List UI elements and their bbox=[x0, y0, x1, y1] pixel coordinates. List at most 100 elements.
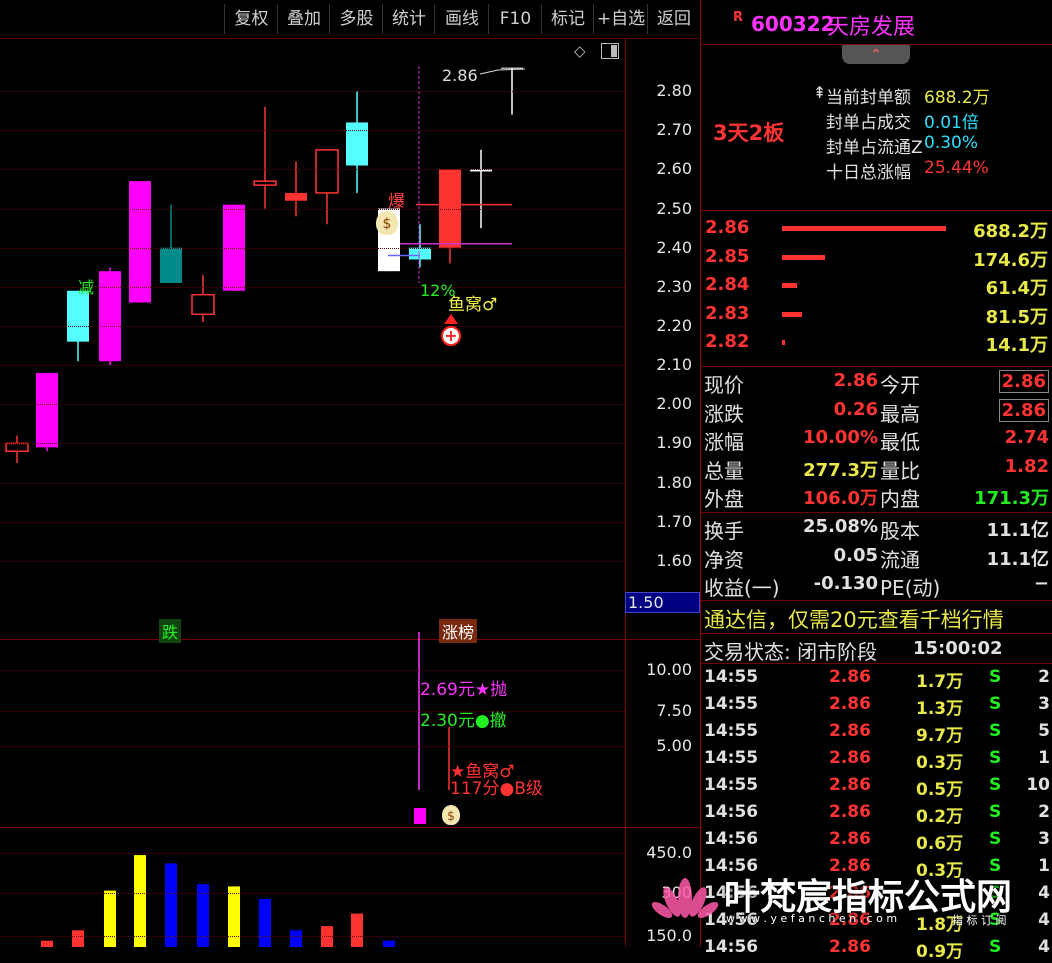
board-label: 3天2板 bbox=[713, 121, 785, 145]
promo-link[interactable]: 通达信，仅需20元查看千档行情 bbox=[704, 604, 1004, 634]
volume-tick: 150.0 bbox=[646, 926, 692, 945]
tick-row[interactable]: 14:56 2.86 0.6万 S 3 bbox=[704, 829, 1050, 855]
tick-time: 14:55 bbox=[704, 694, 759, 714]
chart-toolbar: 复权 叠加 多股 统计 画线 F10 标记 +自选 返回 bbox=[0, 0, 700, 39]
candle-1 bbox=[36, 372, 58, 452]
price-tick: 1.60 bbox=[656, 550, 692, 570]
orderbook-row[interactable]: 2.83 81.5万 bbox=[704, 303, 1050, 329]
price-gridline bbox=[0, 326, 625, 327]
orderbook-bar bbox=[782, 311, 802, 317]
orderbook-row[interactable]: 2.85 174.6万 bbox=[704, 246, 1050, 272]
fund-row: 收益(一) -0.130 PE(动) − bbox=[704, 572, 1050, 600]
die-tag: 跌 bbox=[159, 619, 182, 643]
bao-label: 爆 bbox=[388, 192, 405, 212]
volume-bar-7 bbox=[259, 898, 271, 947]
tick-volume: 0.6万 bbox=[916, 834, 964, 854]
tick-count: 4 bbox=[1038, 883, 1050, 903]
add-plus-icon[interactable]: + bbox=[441, 326, 461, 346]
tick-row[interactable]: 14:55 2.86 1.7万 S 2 bbox=[704, 667, 1050, 693]
quote-row: 现价 2.86 今开 2.86 bbox=[704, 369, 1050, 397]
seal-stat-value: 688.2万 bbox=[924, 88, 990, 108]
tick-volume: 0.9万 bbox=[916, 942, 964, 962]
money-bag-icon-small: $ bbox=[442, 805, 460, 825]
toolbar-button-2[interactable]: 多股 bbox=[329, 4, 383, 34]
seal-stat-label: 封单占流通Z bbox=[826, 138, 923, 158]
tick-price: 2.86 bbox=[829, 694, 871, 714]
quote-value-2: 171.3万 bbox=[974, 488, 1049, 509]
tick-time: 14:56 bbox=[704, 829, 759, 849]
candle-4 bbox=[129, 181, 151, 303]
tick-row[interactable]: 14:55 2.86 0.3万 S 1 bbox=[704, 748, 1050, 774]
price-gridline bbox=[0, 130, 625, 132]
price-tick: 2.00 bbox=[656, 394, 692, 414]
tick-time: 14:56 bbox=[704, 937, 759, 957]
status-sep bbox=[701, 633, 1052, 634]
tick-time: 14:55 bbox=[704, 775, 759, 795]
toolbar-button-4[interactable]: 画线 bbox=[434, 4, 489, 34]
orderbook-bar bbox=[782, 254, 825, 260]
kline-chart[interactable] bbox=[0, 38, 625, 947]
price-tick: 2.60 bbox=[656, 159, 692, 179]
toolbar-button-7[interactable]: +自选 bbox=[593, 4, 648, 34]
tick-volume: 0.2万 bbox=[916, 807, 964, 827]
header-sep bbox=[701, 44, 1052, 45]
tick-row[interactable]: 14:55 2.86 9.7万 S 5 bbox=[704, 721, 1050, 747]
orderbook-volume: 688.2万 bbox=[973, 221, 1048, 242]
orderbook-row[interactable]: 2.82 14.1万 bbox=[704, 331, 1050, 357]
volume-bar-2 bbox=[104, 890, 116, 947]
trade-status-label: 交易状态: 闭市阶段 bbox=[704, 640, 878, 664]
volume-bar-0 bbox=[41, 940, 53, 947]
tick-row[interactable]: 14:56 2.86 0.9万 S 4 bbox=[704, 937, 1050, 963]
tick-side: S bbox=[989, 775, 1002, 795]
fund-row: 换手 25.08% 股本 11.1亿 bbox=[704, 515, 1050, 543]
price-tick: 1.70 bbox=[656, 511, 692, 531]
tick-price: 2.86 bbox=[829, 775, 871, 795]
quote-label: 总量 bbox=[704, 458, 744, 483]
price-gridline bbox=[0, 169, 625, 171]
jian-label: 减 bbox=[78, 278, 95, 297]
tick-price: 2.86 bbox=[829, 937, 871, 957]
collapse-button[interactable]: ⌃ bbox=[842, 44, 910, 64]
tick-count: 3 bbox=[1038, 694, 1050, 714]
tick-volume: 0.3万 bbox=[916, 753, 964, 773]
peak-leader-line bbox=[479, 68, 526, 75]
tick-volume: 9.7万 bbox=[916, 726, 964, 746]
orderbook-bar bbox=[782, 340, 786, 345]
fund-value: 25.08% bbox=[803, 516, 878, 537]
tick-price: 2.86 bbox=[829, 802, 871, 822]
fund-value: 0.05 bbox=[833, 544, 878, 566]
orderbook-row[interactable]: 2.86 688.2万 bbox=[704, 217, 1050, 243]
tick-time: 14:55 bbox=[704, 748, 759, 768]
toolbar-button-5[interactable]: F10 bbox=[488, 4, 542, 34]
indicator-score-label: 117分●B级 bbox=[450, 779, 543, 799]
tick-count: 4 bbox=[1038, 910, 1050, 930]
indicator-tick: 10.00 bbox=[646, 660, 692, 679]
tick-row[interactable]: 14:55 2.86 1.3万 S 3 bbox=[704, 694, 1050, 720]
orderbook-row[interactable]: 2.84 61.4万 bbox=[704, 274, 1050, 300]
fund-label: 换手 bbox=[704, 519, 744, 543]
orderbook-bar bbox=[782, 283, 797, 288]
quote-value: 0.26 bbox=[833, 398, 878, 420]
tick-count: 3 bbox=[1038, 829, 1050, 849]
tick-count: 2 bbox=[1038, 667, 1050, 687]
quote-label-2: 今开 bbox=[880, 373, 920, 397]
toolbar-button-6[interactable]: 标记 bbox=[541, 4, 594, 34]
price-axis-current-box: 1.50 bbox=[625, 592, 700, 613]
price-tick: 1.90 bbox=[656, 433, 692, 453]
toolbar-button-1[interactable]: 叠加 bbox=[277, 4, 330, 34]
quote-row: 涨幅 10.00% 最低 2.74 bbox=[704, 426, 1050, 454]
tick-row[interactable]: 14:55 2.86 0.5万 S 10 bbox=[704, 775, 1050, 801]
price-gridline bbox=[0, 482, 625, 484]
indicator-gridline bbox=[0, 746, 625, 747]
tick-time: 14:55 bbox=[704, 667, 759, 687]
toolbar-button-0[interactable]: 复权 bbox=[224, 4, 278, 34]
toolbar-button-3[interactable]: 统计 bbox=[382, 4, 435, 34]
lotus-logo-icon bbox=[650, 868, 720, 928]
toolbar-button-8[interactable]: 返回 bbox=[647, 4, 700, 34]
orderbook-price: 2.85 bbox=[705, 245, 750, 267]
tick-row[interactable]: 14:56 2.86 0.2万 S 2 bbox=[704, 802, 1050, 828]
chevron-up-icon: ⌃ bbox=[870, 47, 882, 63]
orderbook-volume: 14.1万 bbox=[985, 335, 1048, 356]
candle-8 bbox=[253, 106, 277, 209]
fund-value: -0.130 bbox=[813, 573, 878, 594]
